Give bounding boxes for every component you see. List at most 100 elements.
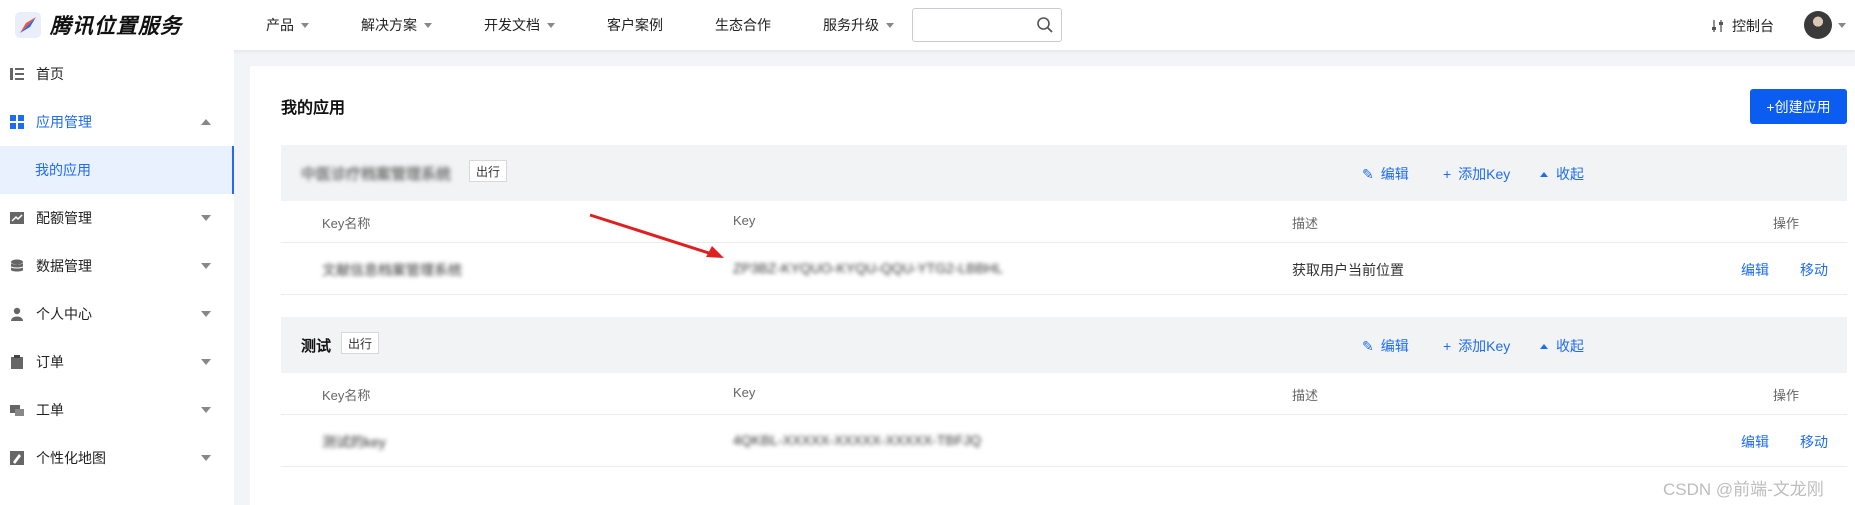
edit-app-button[interactable]: ✎ 编辑: [1362, 164, 1409, 184]
plus-icon: +: [1443, 338, 1452, 354]
sidebar-item-label: 个性化地图: [36, 450, 106, 466]
key-value-cell[interactable]: 4QKBL-XXXXX-XXXXX-XXXXX-TBFJQ: [733, 432, 981, 448]
edit-app-button[interactable]: ✎ 编辑: [1362, 336, 1409, 356]
sidebar-item-label: 订单: [36, 354, 64, 370]
action-label: 编辑: [1380, 338, 1409, 354]
table-header: Key名称 Key 描述 操作: [281, 201, 1847, 243]
caret-up-icon: [1540, 171, 1548, 177]
chevron-up-icon: [201, 119, 211, 125]
compass-logo-icon: [14, 11, 42, 39]
nav-item-products[interactable]: 产品: [266, 15, 309, 35]
nav-label: 客户案例: [607, 17, 663, 33]
brand-name: 腾讯位置服务: [50, 15, 182, 38]
sidebar-item-custom-map[interactable]: 个性化地图: [0, 434, 234, 482]
nav-item-solutions[interactable]: 解决方案: [361, 15, 432, 35]
map-edit-icon: [10, 451, 24, 465]
table-row: 测试的key 4QKBL-XXXXX-XXXXX-XXXXX-TBFJQ 编辑 …: [281, 415, 1847, 467]
collapse-button[interactable]: 收起: [1540, 164, 1584, 184]
col-ops: 操作: [1773, 388, 1800, 403]
nav-item-cases[interactable]: 客户案例: [607, 15, 663, 35]
col-key-name: Key名称: [322, 216, 371, 231]
key-value-cell[interactable]: ZP3BZ-KYQUO-KYQU-QQU-YTG2-LBBHL: [733, 260, 1003, 276]
nav-item-upgrade[interactable]: 服务升级: [823, 15, 894, 35]
sidebar-item-label: 个人中心: [36, 306, 92, 322]
chevron-down-icon: [886, 22, 894, 28]
sidebar-item-app-management[interactable]: 应用管理: [0, 98, 234, 146]
sidebar-item-label: 数据管理: [36, 258, 92, 274]
nav-label: 服务升级: [823, 17, 879, 33]
add-key-button[interactable]: + 添加Key: [1443, 336, 1510, 356]
nav-item-ecosystem[interactable]: 生态合作: [715, 15, 771, 35]
ticket-icon: [10, 405, 24, 416]
grid-icon: [10, 115, 24, 129]
list-icon: [10, 68, 24, 80]
main-content: 我的应用 +创建应用 中医诊疗档案管理系统 出行 ✎ 编辑 + 添加Key 收起 K…: [250, 66, 1855, 505]
edit-key-link[interactable]: 编辑: [1741, 260, 1769, 280]
chart-icon: [10, 212, 24, 224]
avatar[interactable]: [1804, 11, 1832, 39]
sidebar-item-label: 应用管理: [36, 114, 92, 130]
sidebar-item-label: 配额管理: [36, 210, 92, 226]
action-label: 编辑: [1380, 166, 1409, 182]
pencil-icon: ✎: [1362, 337, 1374, 354]
annotation-arrow-icon: [589, 213, 724, 258]
col-desc: 描述: [1292, 216, 1319, 231]
move-key-link[interactable]: 移动: [1800, 260, 1828, 280]
sidebar-item-label: 首页: [36, 66, 64, 82]
pencil-icon: ✎: [1362, 165, 1374, 182]
move-key-link[interactable]: 移动: [1800, 432, 1828, 452]
app-card: 中医诊疗档案管理系统 出行 ✎ 编辑 + 添加Key 收起 Key名称 Key 描述…: [281, 145, 1847, 295]
console-link[interactable]: 控制台: [1711, 16, 1774, 36]
chevron-down-icon: [201, 407, 211, 413]
nav-item-docs[interactable]: 开发文档: [484, 15, 555, 35]
create-app-button[interactable]: +创建应用: [1750, 89, 1847, 124]
nav-label: 开发文档: [484, 17, 540, 33]
sidebar-item-data[interactable]: 数据管理: [0, 242, 234, 290]
collapse-button[interactable]: 收起: [1540, 336, 1584, 356]
app-card: 测试 出行 ✎ 编辑 + 添加Key 收起 Key名称 Key 描述 操作 测试的k…: [281, 317, 1847, 467]
brand-logo[interactable]: 腾讯位置服务: [14, 10, 236, 40]
action-label: 添加Key: [1458, 338, 1511, 354]
clipboard-icon: [11, 355, 23, 369]
sidebar: 首页 应用管理 我的应用 配额管理 数据管理 个人中心 订单 工单 个性化地图: [0, 50, 234, 505]
chevron-down-icon: [201, 215, 211, 221]
sidebar-item-profile[interactable]: 个人中心: [0, 290, 234, 338]
app-name: 测试: [301, 338, 332, 355]
col-desc: 描述: [1292, 388, 1319, 403]
key-name-cell: 文献信息档案管理系统: [322, 262, 462, 278]
sidebar-item-label: 我的应用: [35, 162, 91, 178]
edit-key-link[interactable]: 编辑: [1741, 432, 1769, 452]
col-key: Key: [733, 385, 756, 400]
app-tag: 出行: [341, 332, 380, 354]
watermark: CSDN @前端-文龙刚: [1663, 480, 1824, 499]
table-header: Key名称 Key 描述 操作: [281, 373, 1847, 415]
add-key-button[interactable]: + 添加Key: [1443, 164, 1510, 184]
key-desc-cell: 获取用户当前位置: [1292, 262, 1404, 278]
col-ops: 操作: [1773, 216, 1800, 231]
nav-label: 产品: [266, 17, 294, 33]
caret-up-icon: [1540, 343, 1548, 349]
sidebar-item-orders[interactable]: 订单: [0, 338, 234, 386]
sidebar-item-label: 工单: [36, 402, 64, 418]
col-key-name: Key名称: [322, 388, 371, 403]
key-name-cell: 测试的key: [322, 434, 386, 450]
col-key: Key: [733, 213, 756, 228]
chevron-down-icon[interactable]: [1838, 23, 1846, 28]
search-input[interactable]: [912, 8, 1062, 42]
database-icon: [10, 259, 24, 272]
sidebar-item-tickets[interactable]: 工单: [0, 386, 234, 434]
search-icon[interactable]: [1036, 16, 1054, 34]
action-label: 收起: [1556, 338, 1584, 354]
sidebar-item-quota[interactable]: 配额管理: [0, 194, 234, 242]
sidebar-item-home[interactable]: 首页: [0, 50, 234, 98]
chevron-down-icon: [547, 22, 555, 28]
app-header: 中医诊疗档案管理系统 出行 ✎ 编辑 + 添加Key 收起: [281, 145, 1847, 201]
sidebar-item-my-apps[interactable]: 我的应用: [0, 146, 234, 194]
chevron-down-icon: [301, 22, 309, 28]
app-name: 中医诊疗档案管理系统: [301, 166, 452, 183]
chevron-down-icon: [201, 455, 211, 461]
chevron-down-icon: [424, 22, 432, 28]
chevron-down-icon: [201, 311, 211, 317]
app-tag: 出行: [469, 160, 508, 182]
chevron-down-icon: [201, 359, 211, 365]
